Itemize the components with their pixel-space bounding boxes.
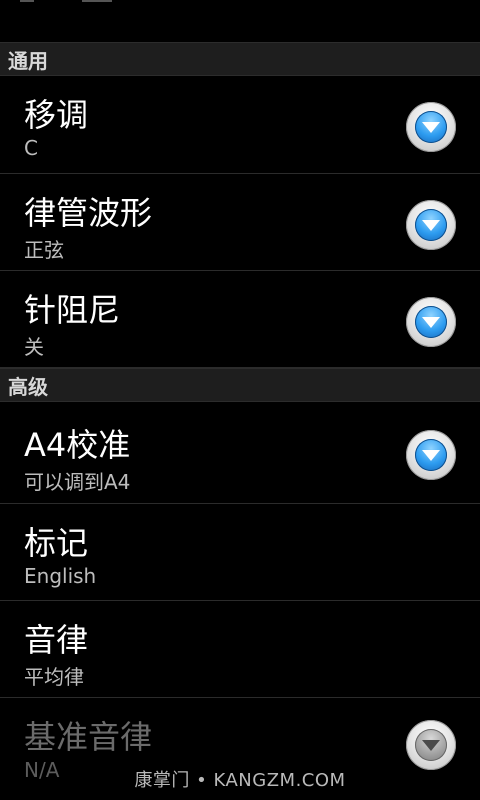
setting-summary: 关 — [24, 335, 44, 359]
dropdown-arrow-icon[interactable] — [406, 297, 456, 347]
setting-summary: 正弦 — [24, 238, 64, 262]
setting-row-pitch-pipe-waveform[interactable]: 律管波形 正弦 — [0, 174, 480, 271]
setting-summary: C — [24, 136, 38, 160]
setting-title: 音律 — [24, 621, 89, 659]
status-bar — [0, 0, 480, 42]
setting-row-a4-calibration[interactable]: A4校准 可以调到A4 — [0, 402, 480, 504]
setting-title: A4校准 — [24, 426, 131, 464]
status-indicators — [20, 0, 112, 4]
dropdown-arrow-inner — [415, 439, 447, 471]
setting-title: 标记 — [24, 524, 89, 562]
dropdown-arrow-inner — [415, 209, 447, 241]
watermark-text: 康掌门 • KANGZM.COM — [134, 770, 346, 791]
section-header-label: 高级 — [8, 375, 48, 399]
setting-summary: 可以调到A4 — [24, 470, 131, 494]
setting-summary: 平均律 — [24, 665, 84, 689]
dropdown-arrow-icon[interactable] — [406, 200, 456, 250]
dropdown-arrow-icon[interactable] — [406, 102, 456, 152]
dropdown-arrow-icon[interactable] — [406, 430, 456, 480]
setting-row-temperament[interactable]: 音律 平均律 — [0, 601, 480, 698]
setting-title: 针阻尼 — [24, 291, 121, 329]
setting-title: 基准音律 — [24, 718, 153, 756]
setting-row-needle-damping[interactable]: 针阻尼 关 — [0, 271, 480, 368]
section-header-general: 通用 — [0, 42, 480, 76]
setting-title: 移调 — [24, 96, 89, 134]
dropdown-arrow-inner — [415, 111, 447, 143]
setting-row-transpose[interactable]: 移调 C — [0, 76, 480, 174]
section-header-label: 通用 — [8, 49, 48, 73]
setting-summary: English — [24, 564, 97, 588]
dropdown-arrow-inner — [415, 729, 447, 761]
dropdown-arrow-inner — [415, 306, 447, 338]
setting-title: 律管波形 — [24, 194, 153, 232]
section-header-advanced: 高级 — [0, 368, 480, 402]
dropdown-arrow-icon — [406, 720, 456, 770]
setting-row-notation[interactable]: 标记 English — [0, 504, 480, 601]
